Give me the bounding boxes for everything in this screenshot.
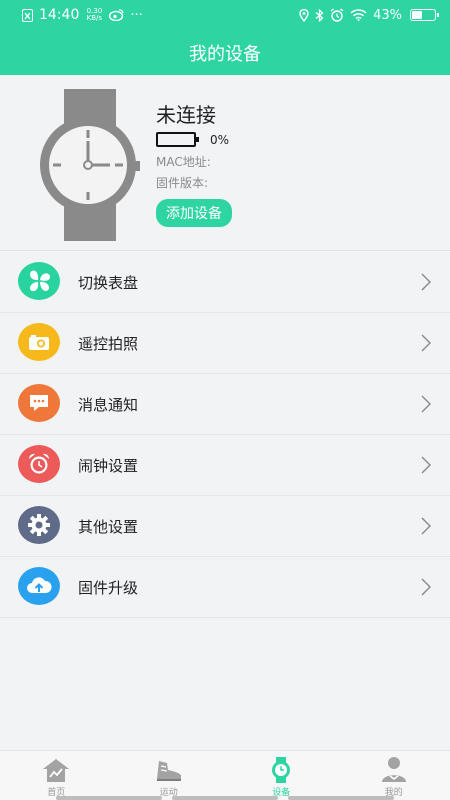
alarm-clock-icon (18, 445, 60, 483)
add-device-button[interactable]: 添加设备 (156, 199, 232, 227)
more-notifications-icon: ··· (130, 7, 143, 23)
bluetooth-icon (315, 8, 324, 22)
menu-item-message-notification[interactable]: 消息通知 (0, 374, 450, 435)
nav-bar-segment (172, 796, 278, 800)
watch-face-icon (18, 262, 60, 300)
system-navigation-bar (56, 796, 394, 800)
menu-label-remote-photo: 遥控拍照 (78, 334, 139, 353)
chevron-right-icon (421, 273, 431, 291)
tab-device[interactable]: 设备 (225, 751, 338, 800)
device-info: 未连接 0% MAC地址: 固件版本: 添加设备 (156, 99, 232, 227)
tab-home[interactable]: 首页 (0, 751, 113, 800)
menu-label-other-settings: 其他设置 (78, 517, 139, 536)
message-icon (18, 384, 60, 422)
profile-icon (381, 757, 406, 782)
menu-item-firmware-upgrade[interactable]: 固件升级 (0, 557, 450, 618)
watch-icon (272, 757, 291, 783)
chevron-right-icon (421, 578, 431, 596)
nav-bar-segment (56, 796, 162, 800)
alarm-icon (330, 8, 344, 22)
location-icon (299, 8, 309, 22)
menu-item-switch-watch-face[interactable]: 切换表盘 (0, 252, 450, 313)
status-bar: 14:40 0.30 KB/s ··· 43% (0, 0, 450, 30)
connection-status: 未连接 (156, 103, 216, 127)
tab-sport[interactable]: 运动 (113, 751, 226, 800)
chevron-right-icon (421, 517, 431, 535)
cloud-upload-icon (18, 567, 60, 605)
menu-label-switch-watch-face: 切换表盘 (78, 273, 139, 292)
tab-profile[interactable]: 我的 (338, 751, 450, 800)
firmware-version-label: 固件版本: (156, 176, 209, 190)
device-card: 未连接 0% MAC地址: 固件版本: 添加设备 (0, 75, 450, 251)
watch-illustration-icon (40, 89, 140, 241)
menu-label-firmware-upgrade: 固件升级 (78, 578, 139, 597)
device-battery-icon (156, 132, 199, 147)
menu-item-remote-photo[interactable]: 遥控拍照 (0, 313, 450, 374)
chevron-right-icon (421, 334, 431, 352)
watch-image (40, 89, 140, 241)
menu-item-alarm-settings[interactable]: 闹钟设置 (0, 435, 450, 496)
menu-item-other-settings[interactable]: 其他设置 (0, 496, 450, 557)
chevron-right-icon (421, 456, 431, 474)
settings-menu: 切换表盘 遥控拍照 消息通知 闹钟设置 其他设置 固件升级 (0, 252, 450, 618)
app-header: 14:40 0.30 KB/s ··· 43% 我的设备 (0, 0, 450, 75)
page-title: 我的设备 (189, 44, 261, 65)
home-icon (43, 759, 70, 782)
weibo-icon (109, 9, 124, 21)
status-time: 14:40 (39, 7, 80, 23)
device-battery-row: 0% (156, 132, 232, 147)
battery-icon (410, 9, 439, 21)
network-speed: 0.30 KB/s (85, 8, 103, 22)
shoe-icon (156, 761, 181, 781)
mac-address-label: MAC地址: (156, 155, 211, 169)
gear-icon (18, 506, 60, 544)
sim-card-icon (22, 8, 33, 22)
network-speed-unit: KB/s (86, 14, 103, 22)
wifi-icon (350, 9, 367, 21)
chevron-right-icon (421, 395, 431, 413)
menu-label-alarm-settings: 闹钟设置 (78, 456, 139, 475)
bottom-tab-bar: 首页 运动 设备 我的 (0, 750, 450, 800)
battery-percent: 43% (373, 7, 402, 23)
nav-bar-segment (288, 796, 394, 800)
menu-label-message-notification: 消息通知 (78, 395, 139, 414)
camera-icon (18, 323, 60, 361)
device-battery-percent: 0% (210, 132, 230, 147)
